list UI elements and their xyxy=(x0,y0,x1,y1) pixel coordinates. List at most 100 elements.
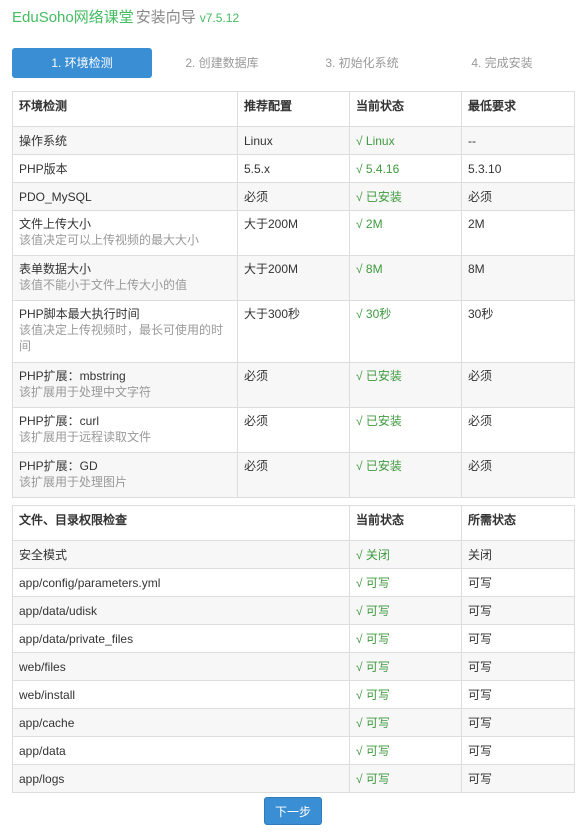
perm-path: app/config/parameters.yml xyxy=(12,568,350,597)
env-recommended-text: 必须 xyxy=(244,369,269,383)
env-row: PHP扩展：GD 该扩展用于处理图片 必须 √ 已安装 必须 xyxy=(12,452,575,498)
env-current-status: √ 已安装 xyxy=(349,407,462,453)
env-item-name-text: 表单数据大小 xyxy=(19,262,92,276)
perm-current-status-text: √ 可写 xyxy=(356,604,390,618)
perm-required: 可写 xyxy=(461,568,575,597)
env-current-status-text: √ 已安装 xyxy=(356,459,402,473)
env-item-name: PHP脚本最大执行时间 该值决定上传视频时，最长可使用的时间 xyxy=(12,300,238,363)
env-current-status: √ 已安装 xyxy=(349,182,462,211)
env-minimum: 必须 xyxy=(461,362,575,408)
env-minimum: 2M xyxy=(461,210,575,256)
perm-required: 可写 xyxy=(461,596,575,625)
env-item-name: 表单数据大小 该值不能小于文件上传大小的值 xyxy=(12,255,238,301)
env-current-status-text: √ 已安装 xyxy=(356,414,402,428)
perm-current-status: √ 关闭 xyxy=(349,540,462,569)
env-recommended: 必须 xyxy=(237,362,350,408)
env-current-status-text: √ 2M xyxy=(356,217,383,231)
env-row: PHP扩展：mbstring 该扩展用于处理中文字符 必须 √ 已安装 必须 xyxy=(12,362,575,408)
env-recommended-text: Linux xyxy=(244,134,273,148)
env-item-name: PHP版本 xyxy=(12,154,238,183)
env-item-name: PHP扩展：curl 该扩展用于远程读取文件 xyxy=(12,407,238,453)
perm-path: 安全模式 xyxy=(12,540,350,569)
env-current-status: √ 8M xyxy=(349,255,462,301)
perm-required: 可写 xyxy=(461,708,575,737)
env-row: 文件上传大小该值决定可以上传视频的最大大小 大于200M √ 2M 2M xyxy=(12,210,575,256)
env-minimum-text: 必须 xyxy=(468,414,493,428)
col-current: 当前状态 xyxy=(349,505,462,541)
perm-current-status-text: √ 可写 xyxy=(356,632,390,646)
env-row: PDO_MySQL 必须 √ 已安装 必须 xyxy=(12,182,575,211)
perm-row: app/data/udisk √ 可写 可写 xyxy=(12,596,575,625)
env-item-name: 操作系统 xyxy=(12,126,238,155)
env-item-name: PDO_MySQL xyxy=(12,182,238,211)
env-minimum-text: -- xyxy=(468,134,476,148)
page-title: 安装向导 xyxy=(135,9,196,26)
env-item-name-text: PHP版本 xyxy=(19,162,68,176)
perm-current-status: √ 可写 xyxy=(349,624,462,653)
perm-row: app/data/private_files √ 可写 可写 xyxy=(12,624,575,653)
env-recommended-text: 5.5.x xyxy=(244,162,271,176)
perm-row: 安全模式 √ 关闭 关闭 xyxy=(12,540,575,569)
perm-current-status: √ 可写 xyxy=(349,596,462,625)
env-minimum: 必须 xyxy=(461,407,575,453)
perm-required: 可写 xyxy=(461,680,575,709)
perm-current-status: √ 可写 xyxy=(349,680,462,709)
env-row: PHP版本 5.5.x √ 5.4.16 5.3.10 xyxy=(12,154,575,183)
col-current: 当前状态 xyxy=(349,91,462,127)
env-current-status: √ 已安装 xyxy=(349,362,462,408)
perm-current-status: √ 可写 xyxy=(349,568,462,597)
perm-current-status-text: √ 可写 xyxy=(356,716,390,730)
perm-path-text: app/cache xyxy=(19,716,75,730)
env-item-description: 该值决定上传视频时，最长可使用的时间 xyxy=(19,323,224,353)
env-current-status: √ 30秒 xyxy=(349,300,462,363)
env-item-description: 该扩展用于远程读取文件 xyxy=(19,430,152,444)
col-minimum: 最低要求 xyxy=(461,91,575,127)
perm-required: 可写 xyxy=(461,652,575,681)
perm-current-status: √ 可写 xyxy=(349,708,462,737)
page-header: EduSoho网络课堂 安装向导 v7.5.12 xyxy=(12,6,239,30)
step-env-check: 1. 环境检测 xyxy=(12,48,152,78)
perm-path-text: app/data/private_files xyxy=(19,632,134,646)
env-row: 表单数据大小 该值不能小于文件上传大小的值 大于200M √ 8M 8M xyxy=(12,255,575,301)
env-item-name-text: 操作系统 xyxy=(19,134,68,148)
perm-required-text: 可写 xyxy=(468,716,493,730)
env-item-name-text: 文件上传大小 xyxy=(19,217,92,231)
env-current-status: √ 已安装 xyxy=(349,452,462,498)
perm-required-text: 可写 xyxy=(468,576,493,590)
env-minimum-text: 必须 xyxy=(468,190,493,204)
col-required: 所需状态 xyxy=(461,505,575,541)
perm-table-header: 文件、目录权限检查 当前状态 所需状态 xyxy=(12,505,575,541)
perm-path: web/install xyxy=(12,680,350,709)
env-minimum-text: 30秒 xyxy=(468,307,494,321)
next-step-button[interactable]: 下一步 xyxy=(264,797,322,825)
perm-path: app/logs xyxy=(12,764,350,793)
env-item-name: PHP扩展：mbstring 该扩展用于处理中文字符 xyxy=(12,362,238,408)
env-item-description: 该值决定可以上传视频的最大大小 xyxy=(19,233,200,247)
step-init-system: 3. 初始化系统 xyxy=(325,56,399,70)
env-item-name: PHP扩展：GD 该扩展用于处理图片 xyxy=(12,452,238,498)
perm-current-status: √ 可写 xyxy=(349,764,462,793)
version-label: v7.5.12 xyxy=(199,11,240,25)
perm-current-status-text: √ 可写 xyxy=(356,688,390,702)
perm-required-text: 可写 xyxy=(468,772,493,786)
perm-required: 可写 xyxy=(461,736,575,765)
env-recommended-text: 大于200M xyxy=(244,217,299,231)
env-minimum: 必须 xyxy=(461,182,575,211)
env-row: PHP脚本最大执行时间 该值决定上传视频时，最长可使用的时间 大于300秒 √ 30秒… xyxy=(12,300,575,363)
perm-current-status: √ 可写 xyxy=(349,736,462,765)
env-current-status: √ Linux xyxy=(349,126,462,155)
perm-path: web/files xyxy=(12,652,350,681)
step-finish: 4. 完成安装 xyxy=(471,56,533,70)
perm-path-text: app/logs xyxy=(19,772,65,786)
env-table-header: 环境检测 推荐配置 当前状态 最低要求 xyxy=(12,91,575,127)
perm-row: web/install √ 可写 可写 xyxy=(12,680,575,709)
perm-row: web/files √ 可写 可写 xyxy=(12,652,575,681)
perm-required-text: 关闭 xyxy=(468,548,493,562)
step-create-db: 2. 创建数据库 xyxy=(185,56,259,70)
env-item-description: 该扩展用于处理中文字符 xyxy=(19,385,152,399)
brand-name: EduSoho网络课堂 xyxy=(12,9,134,26)
perm-path-text: web/install xyxy=(19,688,76,702)
env-recommended: 5.5.x xyxy=(237,154,350,183)
env-row: PHP扩展：curl 该扩展用于远程读取文件 必须 √ 已安装 必须 xyxy=(12,407,575,453)
env-recommended: 大于300秒 xyxy=(237,300,350,363)
